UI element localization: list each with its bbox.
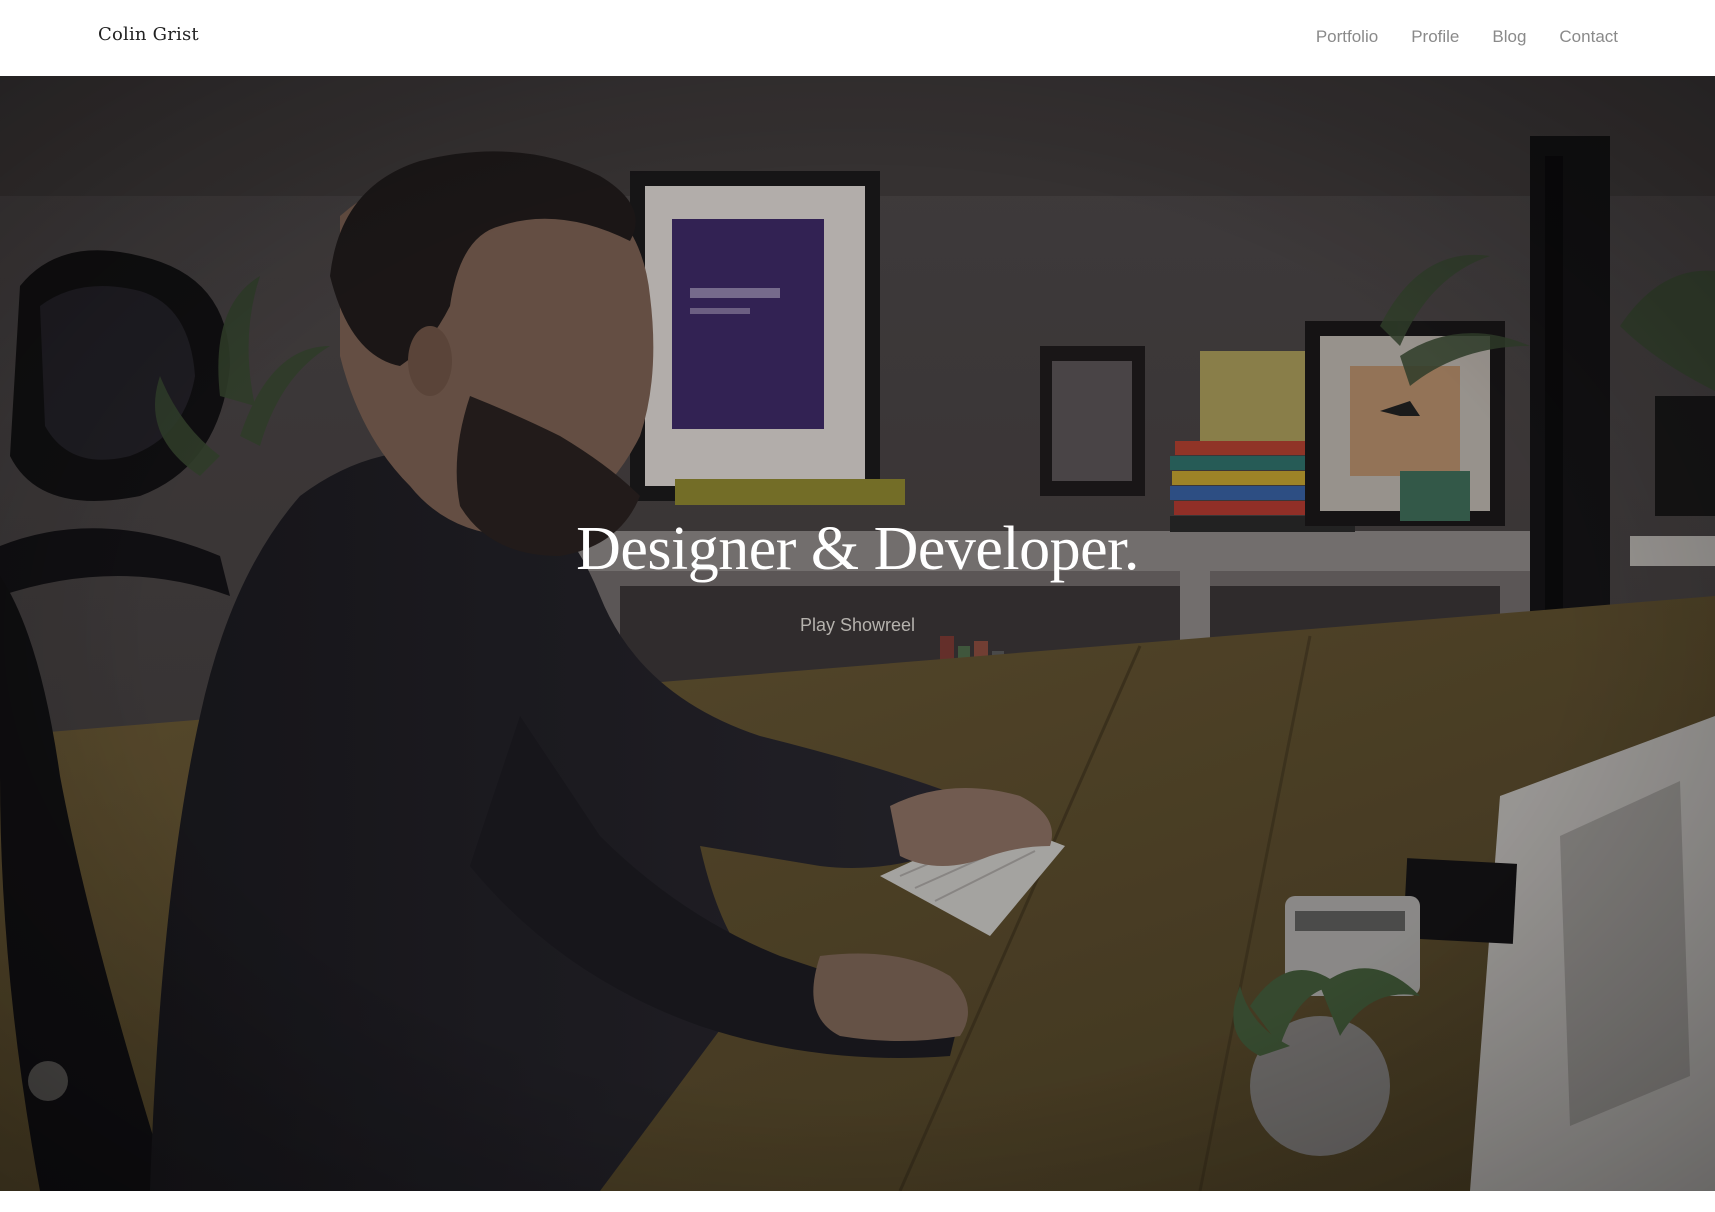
brand-logo-link[interactable]: Colin Grist: [98, 24, 199, 45]
nav-contact-link[interactable]: Contact: [1559, 27, 1618, 47]
hero-title: Designer & Developer.: [576, 515, 1139, 583]
play-showreel-link[interactable]: Play Showreel: [800, 615, 915, 635]
hero-section: Designer & Developer. Play Showreel: [0, 76, 1715, 1191]
hero-cta-wrapper: Play Showreel: [0, 615, 1715, 636]
nav-profile-link[interactable]: Profile: [1411, 27, 1459, 47]
main-nav: Portfolio Profile Blog Contact: [1316, 27, 1618, 47]
site-header: Colin Grist Portfolio Profile Blog Conta…: [0, 0, 1715, 76]
page-bottom-strip: [0, 1191, 1715, 1212]
nav-blog-link[interactable]: Blog: [1492, 27, 1526, 47]
nav-portfolio-link[interactable]: Portfolio: [1316, 27, 1378, 47]
